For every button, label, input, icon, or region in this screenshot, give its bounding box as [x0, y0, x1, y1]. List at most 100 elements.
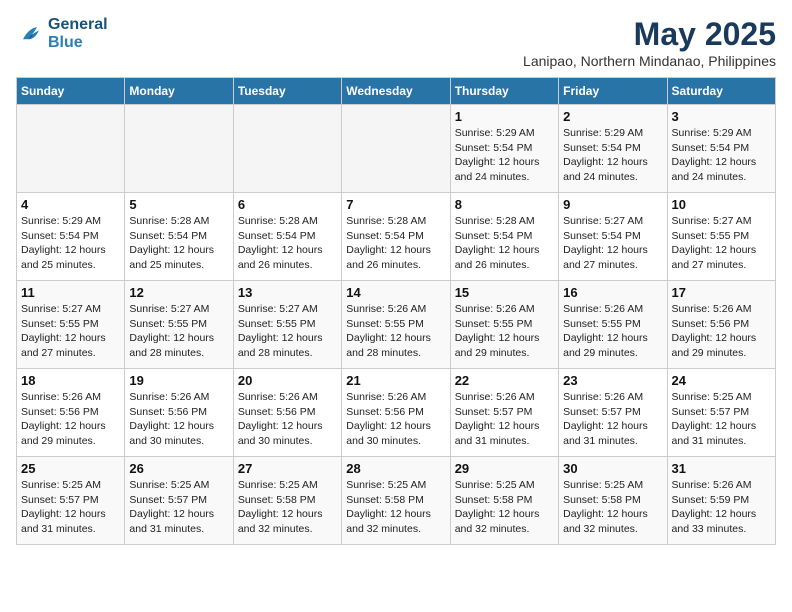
calendar-cell: 14 Sunrise: 5:26 AM Sunset: 5:55 PM Dayli… — [342, 281, 450, 369]
day-number: 2 — [563, 109, 662, 124]
day-number: 15 — [455, 285, 554, 300]
day-info: Sunrise: 5:27 AM Sunset: 5:55 PM Dayligh… — [129, 302, 228, 361]
calendar-cell: 10 Sunrise: 5:27 AM Sunset: 5:55 PM Dayli… — [667, 193, 775, 281]
day-info: Sunrise: 5:26 AM Sunset: 5:56 PM Dayligh… — [21, 390, 120, 449]
calendar-cell: 12Sunrise: 5:27 AM Sunset: 5:55 PM Dayli… — [125, 281, 233, 369]
day-number: 7 — [346, 197, 445, 212]
day-info: Sunrise: 5:28 AM Sunset: 5:54 PM Dayligh… — [346, 214, 445, 273]
week-row-2: 4Sunrise: 5:29 AM Sunset: 5:54 PM Daylig… — [17, 193, 776, 281]
day-info: Sunrise: 5:26 AM Sunset: 5:55 PM Dayligh… — [346, 302, 445, 361]
week-row-4: 18 Sunrise: 5:26 AM Sunset: 5:56 PM Dayli… — [17, 369, 776, 457]
week-row-3: 11 Sunrise: 5:27 AM Sunset: 5:55 PM Dayli… — [17, 281, 776, 369]
day-info: Sunrise: 5:26 AM Sunset: 5:56 PM Dayligh… — [238, 390, 337, 449]
day-number: 22 — [455, 373, 554, 388]
day-number: 18 — [21, 373, 120, 388]
logo: General Blue — [16, 16, 108, 52]
logo-icon — [16, 20, 44, 48]
day-number: 16 — [563, 285, 662, 300]
calendar-cell: 7 Sunrise: 5:28 AM Sunset: 5:54 PM Daylig… — [342, 193, 450, 281]
weekday-header-saturday: Saturday — [667, 78, 775, 105]
day-info: Sunrise: 5:26 AM Sunset: 5:55 PM Dayligh… — [563, 302, 662, 361]
day-info: Sunrise: 5:25 AM Sunset: 5:58 PM Dayligh… — [563, 478, 662, 537]
day-number: 19 — [129, 373, 228, 388]
day-info: Sunrise: 5:27 AM Sunset: 5:54 PM Dayligh… — [563, 214, 662, 273]
weekday-header-monday: Monday — [125, 78, 233, 105]
calendar-cell: 17Sunrise: 5:26 AM Sunset: 5:56 PM Dayli… — [667, 281, 775, 369]
calendar-cell: 3 Sunrise: 5:29 AM Sunset: 5:54 PM Daylig… — [667, 105, 775, 193]
calendar-cell: 13 Sunrise: 5:27 AM Sunset: 5:55 PM Dayli… — [233, 281, 341, 369]
calendar-cell: 26Sunrise: 5:25 AM Sunset: 5:57 PM Dayli… — [125, 457, 233, 545]
calendar-cell — [342, 105, 450, 193]
day-number: 17 — [672, 285, 771, 300]
day-info: Sunrise: 5:25 AM Sunset: 5:57 PM Dayligh… — [672, 390, 771, 449]
calendar-cell: 11 Sunrise: 5:27 AM Sunset: 5:55 PM Dayli… — [17, 281, 125, 369]
calendar-cell: 24 Sunrise: 5:25 AM Sunset: 5:57 PM Dayli… — [667, 369, 775, 457]
day-info: Sunrise: 5:27 AM Sunset: 5:55 PM Dayligh… — [238, 302, 337, 361]
calendar-cell: 27 Sunrise: 5:25 AM Sunset: 5:58 PM Dayli… — [233, 457, 341, 545]
calendar-cell: 9Sunrise: 5:27 AM Sunset: 5:54 PM Daylig… — [559, 193, 667, 281]
day-info: Sunrise: 5:25 AM Sunset: 5:58 PM Dayligh… — [238, 478, 337, 537]
day-number: 23 — [563, 373, 662, 388]
day-info: Sunrise: 5:26 AM Sunset: 5:55 PM Dayligh… — [455, 302, 554, 361]
day-number: 14 — [346, 285, 445, 300]
day-number: 3 — [672, 109, 771, 124]
weekday-header-thursday: Thursday — [450, 78, 558, 105]
day-number: 21 — [346, 373, 445, 388]
day-info: Sunrise: 5:26 AM Sunset: 5:57 PM Dayligh… — [455, 390, 554, 449]
calendar-table: SundayMondayTuesdayWednesdayThursdayFrid… — [16, 77, 776, 545]
day-info: Sunrise: 5:26 AM Sunset: 5:56 PM Dayligh… — [346, 390, 445, 449]
calendar-cell: 18 Sunrise: 5:26 AM Sunset: 5:56 PM Dayli… — [17, 369, 125, 457]
day-number: 27 — [238, 461, 337, 476]
day-number: 5 — [129, 197, 228, 212]
day-info: Sunrise: 5:29 AM Sunset: 5:54 PM Dayligh… — [455, 126, 554, 185]
day-number: 10 — [672, 197, 771, 212]
calendar-cell — [233, 105, 341, 193]
title-area: May 2025 Lanipao, Northern Mindanao, Phi… — [523, 16, 776, 69]
calendar-cell: 23 Sunrise: 5:26 AM Sunset: 5:57 PM Dayli… — [559, 369, 667, 457]
calendar-cell: 25Sunrise: 5:25 AM Sunset: 5:57 PM Dayli… — [17, 457, 125, 545]
day-info: Sunrise: 5:25 AM Sunset: 5:58 PM Dayligh… — [346, 478, 445, 537]
day-info: Sunrise: 5:29 AM Sunset: 5:54 PM Dayligh… — [672, 126, 771, 185]
calendar-cell: 20 Sunrise: 5:26 AM Sunset: 5:56 PM Dayli… — [233, 369, 341, 457]
month-title: May 2025 — [523, 16, 776, 53]
calendar-cell: 29Sunrise: 5:25 AM Sunset: 5:58 PM Dayli… — [450, 457, 558, 545]
day-number: 4 — [21, 197, 120, 212]
calendar-body: 1 Sunrise: 5:29 AM Sunset: 5:54 PM Daylig… — [17, 105, 776, 545]
day-info: Sunrise: 5:27 AM Sunset: 5:55 PM Dayligh… — [672, 214, 771, 273]
weekday-header-tuesday: Tuesday — [233, 78, 341, 105]
day-info: Sunrise: 5:28 AM Sunset: 5:54 PM Dayligh… — [238, 214, 337, 273]
calendar-cell: 16 Sunrise: 5:26 AM Sunset: 5:55 PM Dayli… — [559, 281, 667, 369]
day-number: 20 — [238, 373, 337, 388]
page-header: General Blue May 2025 Lanipao, Northern … — [16, 16, 776, 69]
day-info: Sunrise: 5:28 AM Sunset: 5:54 PM Dayligh… — [455, 214, 554, 273]
day-info: Sunrise: 5:28 AM Sunset: 5:54 PM Dayligh… — [129, 214, 228, 273]
day-number: 24 — [672, 373, 771, 388]
day-number: 31 — [672, 461, 771, 476]
day-number: 13 — [238, 285, 337, 300]
calendar-cell: 19Sunrise: 5:26 AM Sunset: 5:56 PM Dayli… — [125, 369, 233, 457]
calendar-cell: 2 Sunrise: 5:29 AM Sunset: 5:54 PM Daylig… — [559, 105, 667, 193]
weekday-header-sunday: Sunday — [17, 78, 125, 105]
calendar-cell: 4Sunrise: 5:29 AM Sunset: 5:54 PM Daylig… — [17, 193, 125, 281]
weekday-header-row: SundayMondayTuesdayWednesdayThursdayFrid… — [17, 78, 776, 105]
calendar-cell: 30Sunrise: 5:25 AM Sunset: 5:58 PM Dayli… — [559, 457, 667, 545]
day-info: Sunrise: 5:25 AM Sunset: 5:58 PM Dayligh… — [455, 478, 554, 537]
week-row-1: 1 Sunrise: 5:29 AM Sunset: 5:54 PM Daylig… — [17, 105, 776, 193]
day-number: 26 — [129, 461, 228, 476]
calendar-cell: 5 Sunrise: 5:28 AM Sunset: 5:54 PM Daylig… — [125, 193, 233, 281]
day-info: Sunrise: 5:26 AM Sunset: 5:57 PM Dayligh… — [563, 390, 662, 449]
day-number: 6 — [238, 197, 337, 212]
calendar-cell: 15 Sunrise: 5:26 AM Sunset: 5:55 PM Dayli… — [450, 281, 558, 369]
location-title: Lanipao, Northern Mindanao, Philippines — [523, 53, 776, 69]
day-number: 1 — [455, 109, 554, 124]
calendar-cell: 8 Sunrise: 5:28 AM Sunset: 5:54 PM Daylig… — [450, 193, 558, 281]
day-number: 25 — [21, 461, 120, 476]
calendar-cell: 28Sunrise: 5:25 AM Sunset: 5:58 PM Dayli… — [342, 457, 450, 545]
calendar-cell: 22 Sunrise: 5:26 AM Sunset: 5:57 PM Dayli… — [450, 369, 558, 457]
day-number: 11 — [21, 285, 120, 300]
calendar-cell: 31Sunrise: 5:26 AM Sunset: 5:59 PM Dayli… — [667, 457, 775, 545]
day-info: Sunrise: 5:29 AM Sunset: 5:54 PM Dayligh… — [563, 126, 662, 185]
day-info: Sunrise: 5:27 AM Sunset: 5:55 PM Dayligh… — [21, 302, 120, 361]
calendar-cell: 21 Sunrise: 5:26 AM Sunset: 5:56 PM Dayli… — [342, 369, 450, 457]
day-number: 8 — [455, 197, 554, 212]
